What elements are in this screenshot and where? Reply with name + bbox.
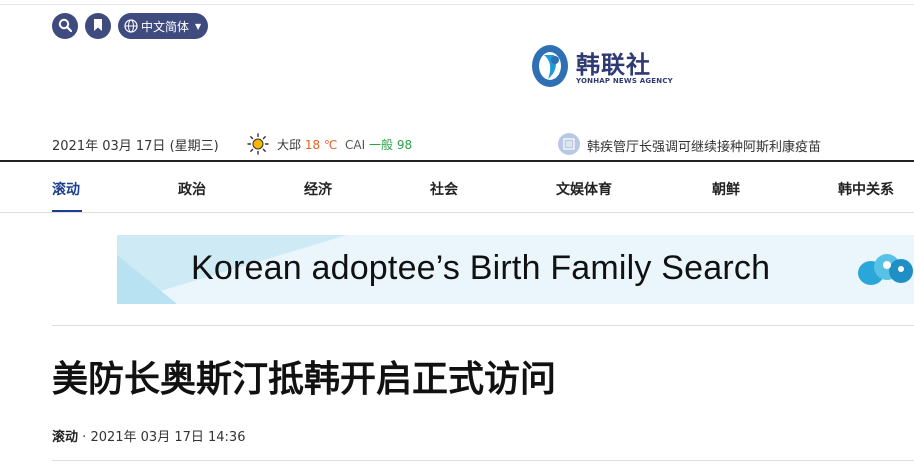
logo-brand: 韩联社	[576, 51, 651, 79]
banner-logo-icon	[858, 254, 913, 285]
article-datetime: 2021年 03月 17日 14:36	[90, 430, 246, 445]
article-title: 美防长奥斯汀抵韩开启正式访问	[52, 359, 557, 400]
news-ticker-link[interactable]: 韩疾管厅长强调可继续接种阿斯利康疫苗	[587, 136, 821, 155]
article-meta: 滚动 · 2021年 03月 17日 14:36	[52, 426, 245, 445]
nav-bottom-border	[0, 212, 914, 213]
nav-item-culture-sports[interactable]: 文娱体育	[556, 179, 612, 199]
current-date: 2021年 03月 17日 (星期三)	[52, 139, 219, 154]
search-button[interactable]	[52, 13, 78, 39]
search-icon	[58, 17, 73, 36]
cai-label: CAI	[345, 138, 366, 152]
banner-text: Korean adoptee’s Birth Family Search	[191, 249, 771, 287]
meta-separator: ·	[82, 430, 87, 445]
section-divider	[52, 325, 914, 326]
meta-divider	[52, 460, 914, 461]
bookmark-icon	[92, 17, 104, 36]
weather-city: 大邱	[277, 138, 302, 152]
article-section-link[interactable]: 滚动	[52, 430, 78, 445]
nav-item-north-korea[interactable]: 朝鲜	[712, 179, 740, 199]
info-bar: 2021年 03月 17日 (星期三) 大邱 18 ℃ CAI 一般 98 韩疾…	[0, 133, 914, 155]
sun-icon	[247, 133, 269, 159]
news-icon	[558, 133, 580, 155]
adoptee-banner[interactable]: Korean adoptee’s Birth Family Search	[117, 235, 914, 304]
nav-item-society[interactable]: 社会	[430, 179, 458, 199]
nav-item-korea-china[interactable]: 韩中关系	[838, 179, 894, 199]
bookmark-button[interactable]	[85, 13, 111, 39]
globe-icon	[124, 19, 138, 33]
logo-emblem	[532, 45, 568, 87]
nav-item-politics[interactable]: 政治	[178, 179, 206, 199]
weather-info: 大邱 18 ℃ CAI 一般 98	[277, 136, 412, 153]
language-selector[interactable]: 中文简体 ▼	[118, 13, 208, 39]
nav-item-economy[interactable]: 经济	[304, 179, 332, 199]
cai-value: 一般 98	[369, 138, 413, 152]
temperature: 18 ℃	[304, 138, 338, 152]
top-divider	[0, 4, 914, 5]
banner-decoration	[117, 255, 177, 304]
nav-item-rolling[interactable]: 滚动	[52, 179, 80, 199]
yonhap-logo[interactable]: 韩联社 YONHAP NEWS AGENCY	[530, 43, 673, 91]
logo-subtitle: YONHAP NEWS AGENCY	[576, 77, 673, 85]
nav-top-border	[0, 160, 914, 162]
chevron-down-icon: ▼	[195, 21, 202, 31]
language-label: 中文简体	[141, 19, 190, 34]
